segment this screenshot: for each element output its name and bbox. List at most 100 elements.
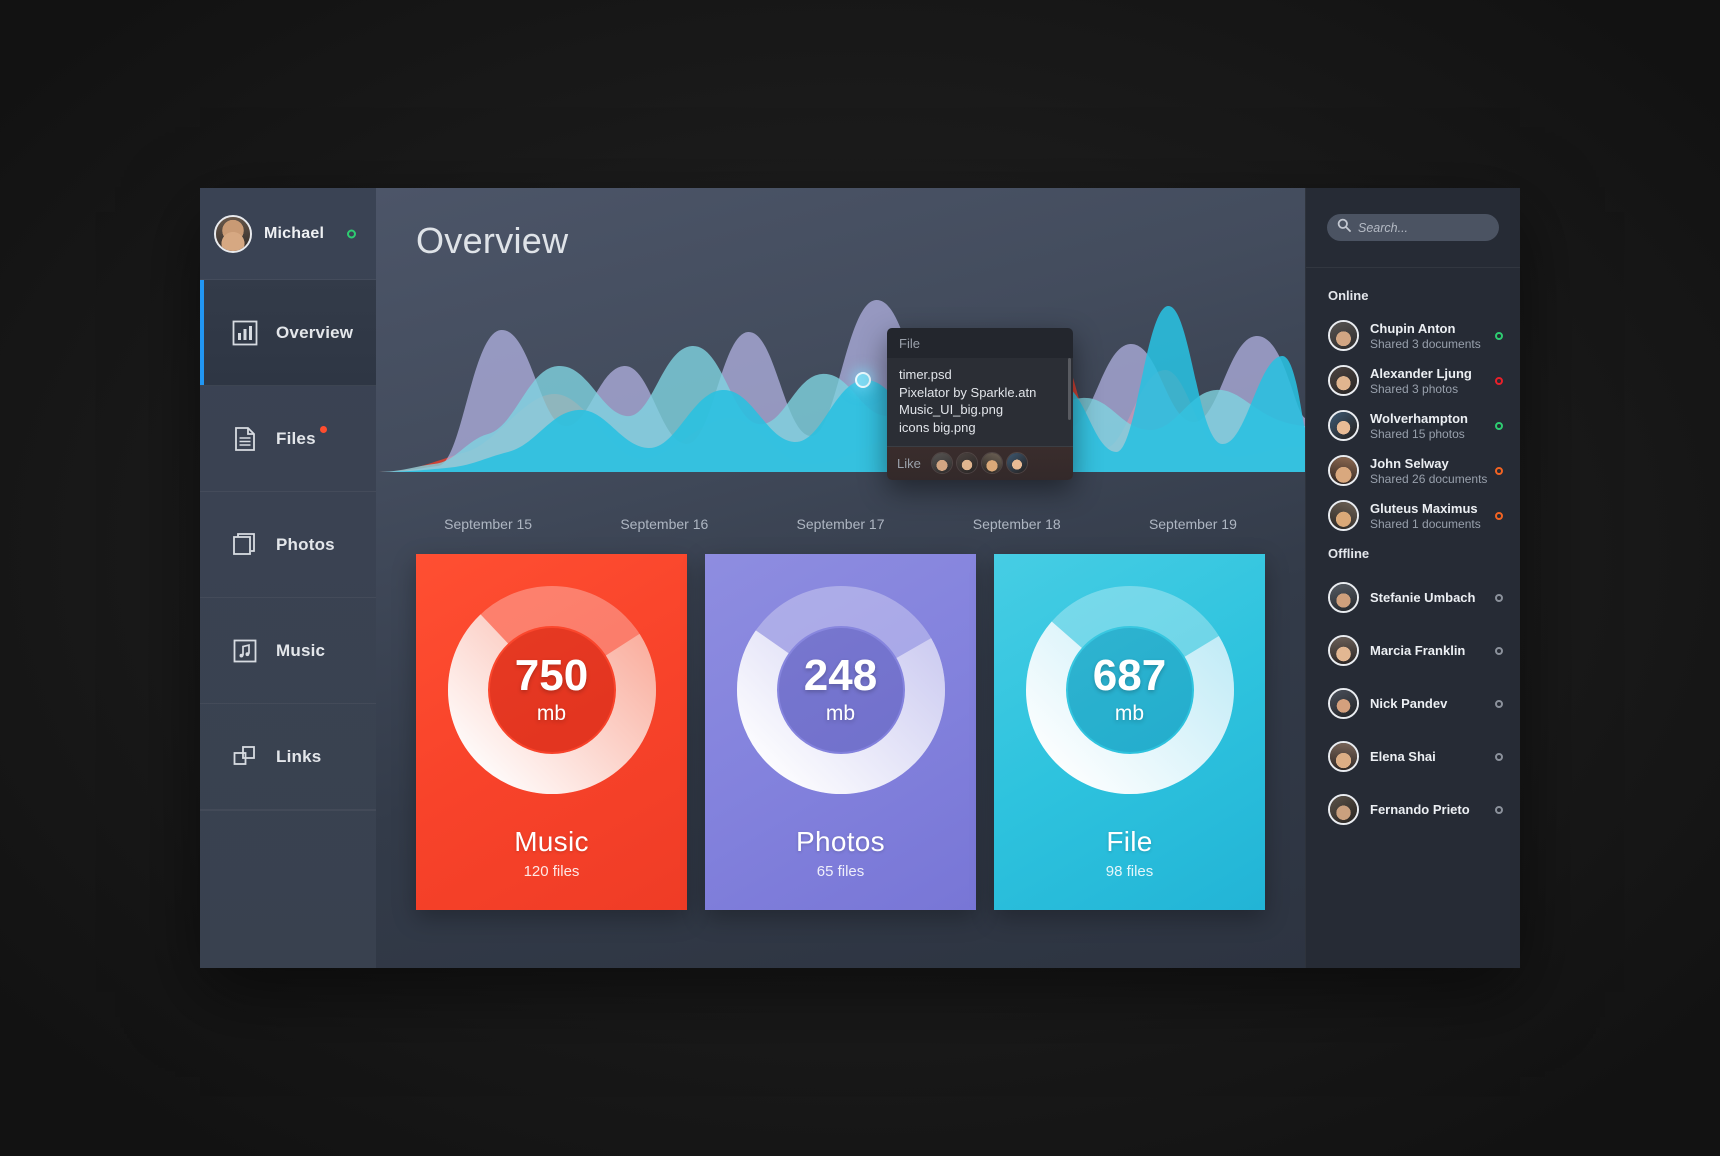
file-donut-center: 687 mb: [1020, 580, 1240, 800]
file-donut-chart: 687 mb: [1020, 580, 1240, 800]
contact-text: Elena Shai: [1370, 749, 1436, 764]
status-dot: [1495, 593, 1503, 602]
contact-name: Fernando Prieto: [1370, 802, 1470, 817]
music-value: 750: [514, 651, 589, 700]
avatar: [1328, 455, 1359, 486]
avatar: [214, 214, 252, 253]
sidebar-item-label: Photos: [276, 534, 335, 554]
tooltip-file-list: timer.psd Pixelator by Sparkle.atn Music…: [887, 358, 1073, 447]
app-window: Michael Overview Files Photos Music Link…: [200, 188, 1520, 968]
contact-name: Alexander Ljung: [1370, 365, 1472, 381]
search-input[interactable]: [1358, 220, 1489, 235]
contact-row[interactable]: Alexander Ljung Shared 3 photos: [1306, 358, 1520, 403]
contact-name: John Selway: [1370, 455, 1449, 471]
file-card-files: 98 files: [1105, 863, 1154, 880]
contact-text: Nick Pandev: [1370, 696, 1447, 711]
chart-highlight-point[interactable]: [855, 372, 871, 388]
status-dot: [1495, 466, 1503, 475]
contact-row[interactable]: Fernando Prieto: [1306, 783, 1520, 836]
contact-row[interactable]: Elena Shai: [1306, 730, 1520, 783]
tooltip-file-item: icons big.png: [899, 419, 976, 435]
photos-donut-center: 248 mb: [731, 580, 951, 800]
like-avatar[interactable]: [955, 452, 978, 474]
status-dot: [1495, 646, 1503, 655]
contact-sub: Shared 26 documents: [1370, 471, 1488, 486]
avatar: [1328, 582, 1359, 613]
contact-sub: Shared 3 photos: [1370, 381, 1459, 396]
contact-name: Stefanie Umbach: [1370, 590, 1476, 605]
contact-name: Marcia Franklin: [1370, 643, 1466, 658]
sidebar-item-overview[interactable]: Overview: [200, 280, 376, 386]
chart-svg: [376, 299, 1305, 472]
like-avatar[interactable]: [930, 452, 953, 474]
like-avatar[interactable]: [1005, 452, 1028, 474]
contact-name: Elena Shai: [1370, 749, 1436, 764]
photos-unit: mb: [825, 702, 856, 725]
avatar: [1328, 320, 1359, 351]
photos-card-files: 65 files: [816, 863, 865, 880]
date-tick: September 16: [620, 516, 709, 532]
avatar: [1328, 688, 1359, 719]
sidebar-nav: Overview Files Photos Music Links: [200, 280, 376, 811]
contact-text: Wolverhampton Shared 15 photos: [1370, 411, 1468, 441]
sidebar-item-files[interactable]: Files: [200, 386, 376, 492]
search-box[interactable]: [1327, 214, 1499, 241]
group-label-offline: Offline: [1328, 546, 1370, 561]
avatar: [1328, 365, 1359, 396]
storage-card-photos[interactable]: 248 mb Photos 65 files: [705, 554, 976, 910]
file-tooltip[interactable]: File timer.psd Pixelator by Sparkle.atn …: [887, 328, 1073, 480]
file-value: 687: [1092, 651, 1167, 700]
status-dot: [1495, 376, 1503, 385]
file-unit: mb: [1114, 702, 1145, 725]
contact-row[interactable]: Wolverhampton Shared 15 photos: [1306, 403, 1520, 448]
tooltip-file-item: Pixelator by Sparkle.atn: [899, 384, 1037, 400]
contacts-list: Online Chupin Anton Shared 3 documents A…: [1306, 268, 1520, 836]
sidebar: Michael Overview Files Photos Music Link…: [200, 188, 376, 968]
file-card-title: File: [1106, 826, 1153, 857]
music-card-title: Music: [514, 826, 589, 857]
tooltip-scrollbar[interactable]: [1068, 358, 1071, 420]
sidebar-item-links[interactable]: Links: [200, 704, 376, 810]
contact-row[interactable]: Chupin Anton Shared 3 documents: [1306, 313, 1520, 358]
contact-text: Chupin Anton Shared 3 documents: [1370, 321, 1481, 351]
tooltip-file-item: Music_UI_big.png: [899, 402, 1004, 417]
contact-row[interactable]: Marcia Franklin: [1306, 624, 1520, 677]
status-dot: [1495, 699, 1503, 708]
chart-date-axis: September 15 September 16 September 17 S…: [376, 502, 1305, 532]
music-donut-center: 750 mb: [442, 580, 662, 800]
tooltip-likes-row: Like: [887, 447, 1073, 480]
sidebar-item-photos[interactable]: Photos: [200, 492, 376, 598]
music-unit: mb: [536, 702, 567, 725]
storage-card-music[interactable]: 750 mb Music 120 files: [416, 554, 687, 910]
contact-row[interactable]: Stefanie Umbach: [1306, 571, 1520, 624]
contact-row[interactable]: Gluteus Maximus Shared 1 documents: [1306, 493, 1520, 538]
status-dot: [1495, 752, 1503, 761]
sidebar-item-music[interactable]: Music: [200, 598, 376, 704]
contact-row[interactable]: Nick Pandev: [1306, 677, 1520, 730]
page-title: Overview: [416, 220, 569, 261]
tooltip-header: File: [887, 328, 1073, 358]
sidebar-user-block[interactable]: Michael: [200, 188, 376, 280]
sidebar-item-label: Files: [276, 425, 327, 449]
music-donut-chart: 750 mb: [442, 580, 662, 800]
storage-cards: 750 mb Music 120 files 248 mb Photos 65 …: [376, 532, 1305, 910]
contact-name: Wolverhampton: [1370, 410, 1468, 426]
contact-row[interactable]: John Selway Shared 26 documents: [1306, 448, 1520, 493]
date-tick: September 18: [972, 516, 1061, 532]
contact-text: Fernando Prieto: [1370, 802, 1470, 817]
contact-text: Marcia Franklin: [1370, 643, 1465, 658]
storage-card-file[interactable]: 687 mb File 98 files: [994, 554, 1265, 910]
photos-icon: [232, 532, 258, 558]
sidebar-item-label: Music: [276, 640, 326, 660]
status-dot: [1495, 805, 1503, 814]
photos-donut-chart: 248 mb: [731, 580, 951, 800]
contact-text: Stefanie Umbach: [1370, 590, 1475, 605]
activity-area-chart: File timer.psd Pixelator by Sparkle.atn …: [376, 272, 1305, 502]
contact-sub: Shared 3 documents: [1370, 336, 1481, 351]
sidebar-item-label: Overview: [276, 322, 354, 342]
photos-card-title: Photos: [796, 826, 885, 857]
contact-sub: Shared 15 photos: [1370, 426, 1465, 441]
like-avatar[interactable]: [980, 452, 1003, 474]
group-label-online: Online: [1328, 288, 1369, 303]
user-name: Michael: [264, 224, 325, 242]
